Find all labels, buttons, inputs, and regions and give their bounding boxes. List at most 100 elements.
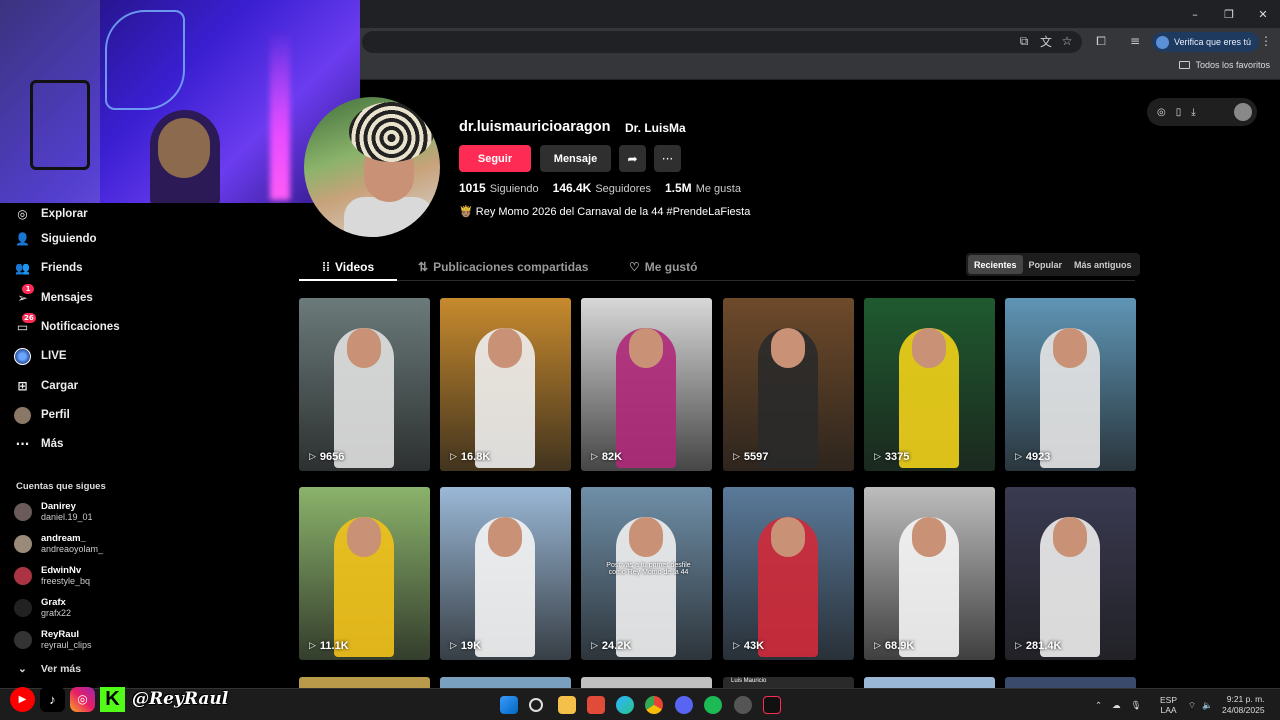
volume-icon[interactable]: 🔈 <box>1202 700 1213 711</box>
chrome-icon[interactable] <box>645 696 663 714</box>
tab-reposts[interactable]: ⇅ Publicaciones compartidas <box>418 258 588 276</box>
following-account[interactable]: ReyRaul reyraul_clips <box>14 627 92 653</box>
followers-stat[interactable]: 146.4K Seguidores <box>553 181 651 195</box>
video-thumbnail[interactable]: ▷ 5597 <box>723 298 854 471</box>
avatar[interactable] <box>1234 103 1252 121</box>
view-count-value: 82K <box>601 451 623 463</box>
download-icon[interactable]: ⤓ <box>1191 107 1195 118</box>
following-account[interactable]: Danirey daniel.19_01 <box>14 499 93 525</box>
video-thumbnail[interactable]: ▷ 4923 <box>1005 298 1136 471</box>
account-handle: andreaoyolam_ <box>41 544 104 554</box>
all-bookmarks-button[interactable]: Todos los favoritos <box>1179 60 1270 70</box>
tab-videos[interactable]: ⁞⁞ Videos <box>322 258 374 276</box>
play-icon: ▷ <box>450 641 457 651</box>
kick-icon: K <box>100 686 125 712</box>
coin-icon[interactable]: ◎ <box>1157 107 1166 118</box>
language-indicator[interactable]: ESP LAA <box>1160 689 1177 720</box>
chevron-down-icon: ⌄ <box>18 663 27 675</box>
account-handle: reyraul_clips <box>41 640 92 650</box>
video-thumbnail[interactable]: ▷ 82K <box>581 298 712 471</box>
view-count: ▷ 9656 <box>309 451 344 463</box>
close-icon[interactable]: ✕ <box>1246 0 1280 28</box>
sidebar-item-live[interactable]: LIVE <box>14 345 67 367</box>
top-right-tools: ◎ ▯ ⤓ <box>1147 98 1257 126</box>
tab-liked[interactable]: ♡ Me gustó <box>629 258 697 276</box>
address-bar[interactable] <box>362 31 1082 53</box>
account-name: andream_ <box>41 533 86 544</box>
search-icon[interactable] <box>529 698 543 712</box>
play-icon: ▷ <box>591 452 598 462</box>
see-more-button[interactable]: ⌄ Ver más <box>18 663 81 675</box>
obs-icon[interactable] <box>734 696 752 714</box>
account-name: ReyRaul <box>41 629 80 640</box>
date: 24/08/2025 <box>1222 705 1265 715</box>
following-stat[interactable]: 1015 Siguiendo <box>459 181 539 195</box>
sidebar-item-cargar[interactable]: ⊞ Cargar <box>14 375 78 397</box>
device-icon[interactable]: ▯ <box>1176 107 1182 118</box>
sidebar-item-perfil[interactable]: Perfil <box>14 404 70 426</box>
profile-nickname: Dr. LuisMa <box>625 121 686 135</box>
sidebar-item-mensajes[interactable]: ➢ 1 Mensajes <box>14 283 93 309</box>
wifi-icon[interactable]: ⌔ <box>1188 700 1196 711</box>
share-button[interactable]: ➦ <box>619 145 646 172</box>
play-icon: ▷ <box>309 641 316 651</box>
video-thumbnail[interactable]: ▷ 9656 <box>299 298 430 471</box>
minimize-icon[interactable]: – <box>1178 0 1212 28</box>
play-icon: ▷ <box>450 452 457 462</box>
tab-search-icon[interactable]: ≡ <box>1127 33 1143 49</box>
network-icon[interactable]: ☁ <box>1112 700 1121 711</box>
app-icon[interactable] <box>587 696 605 714</box>
following-account[interactable]: EdwinNv freestyle_bq <box>14 563 90 589</box>
tabs-divider <box>299 280 1135 281</box>
sidebar-item-mas[interactable]: ··· Más <box>14 433 64 455</box>
sort-recent[interactable]: Recientes <box>968 255 1023 274</box>
chevron-up-icon[interactable]: ⌃ <box>1095 700 1102 711</box>
file-explorer-icon[interactable] <box>558 696 576 714</box>
microphone-icon[interactable]: 🎙 <box>1131 700 1142 711</box>
verify-identity-button[interactable]: Verifica que eres tú <box>1152 32 1260 52</box>
video-thumbnail[interactable]: ▷ 68.9K <box>864 487 995 660</box>
sidebar-item-label: Notificaciones <box>41 321 120 333</box>
video-thumbnail[interactable]: ▷ 11.1K <box>299 487 430 660</box>
sidebar-item-explorar[interactable]: ◎ Explorar <box>14 203 87 225</box>
browser-menu-icon[interactable]: ⋮ <box>1258 33 1274 49</box>
following-account[interactable]: Grafx grafx22 <box>14 595 71 621</box>
sort-oldest[interactable]: Más antiguos <box>1068 255 1138 274</box>
sidebar: ◎ Explorar 👤 Siguiendo 👥 Friends ➢ 1 Mens… <box>0 203 280 688</box>
maximize-icon[interactable]: ❐ <box>1212 0 1246 28</box>
view-count: ▷ 24.2K <box>591 640 631 652</box>
sidebar-item-siguiendo[interactable]: 👤 Siguiendo <box>14 228 97 250</box>
avatar <box>14 599 32 617</box>
sort-popular[interactable]: Popular <box>1023 255 1069 274</box>
video-subject-head <box>1053 517 1087 557</box>
translate-icon[interactable]: 文 <box>1038 33 1054 49</box>
sidebar-item-notificaciones[interactable]: ▭ 26 Notificaciones <box>14 312 120 338</box>
more-options-button[interactable]: ··· <box>654 145 681 172</box>
message-button[interactable]: Mensaje <box>540 145 611 172</box>
following-account[interactable]: andream_ andreaoyolam_ <box>14 531 103 557</box>
edge-icon[interactable] <box>616 696 634 714</box>
view-count-value: 16.8K <box>460 451 491 463</box>
video-thumbnail[interactable]: ▷ 43K <box>723 487 854 660</box>
inbox-icon: ▭ 26 <box>16 312 36 334</box>
install-app-icon[interactable]: ⧉ <box>1016 33 1032 49</box>
clock[interactable]: 9:21 p. m. 24/08/2025 <box>1222 689 1265 720</box>
start-icon[interactable] <box>500 696 518 714</box>
follow-button[interactable]: Seguir <box>459 145 531 172</box>
view-count-value: 24.2K <box>601 640 632 652</box>
discord-icon[interactable] <box>675 696 693 714</box>
send-icon: ➢ 1 <box>14 283 34 307</box>
following-section-title: Cuentas que sigues <box>16 481 106 492</box>
tiktok-icon[interactable] <box>763 696 781 714</box>
avatar-shirt <box>344 197 434 237</box>
video-thumbnail[interactable]: ▷ 3375 <box>864 298 995 471</box>
avatar <box>14 567 32 585</box>
video-thumbnail[interactable]: ▷ 19K <box>440 487 571 660</box>
bookmark-star-icon[interactable]: ☆ <box>1059 33 1075 49</box>
extensions-icon[interactable]: ⧠ <box>1093 33 1109 49</box>
video-thumbnail[interactable]: ▷ 281.4K <box>1005 487 1136 660</box>
video-thumbnail[interactable]: ▷ 16.8K <box>440 298 571 471</box>
sidebar-item-friends[interactable]: 👥 Friends <box>14 257 83 279</box>
video-thumbnail[interactable]: Post vas a tu primer desfile como Rey Mo… <box>581 487 712 660</box>
spotify-icon[interactable] <box>704 696 722 714</box>
